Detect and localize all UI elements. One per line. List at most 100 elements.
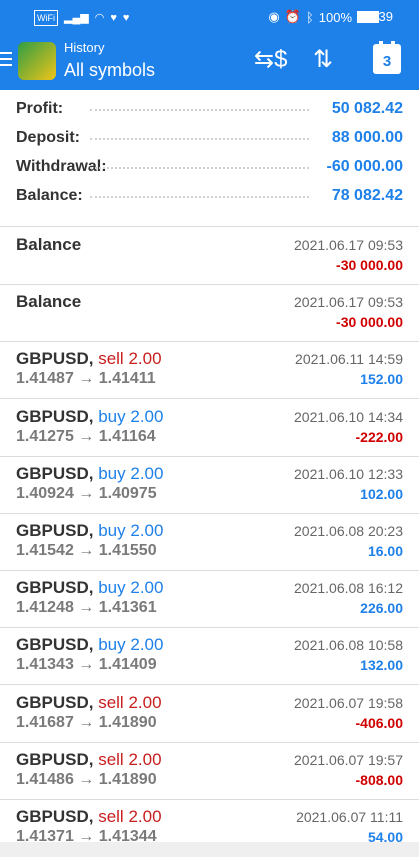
- close-price: 1.41890: [98, 770, 157, 788]
- symbol-name: GBPUSD,: [16, 349, 94, 369]
- dotted-leader: [90, 138, 309, 140]
- profit-amount: 16.00: [367, 543, 403, 559]
- timestamp: 2021.06.07 19:57: [294, 751, 403, 768]
- profit-amount: -30 000.00: [336, 314, 403, 331]
- history-row[interactable]: GBPUSD, sell 2.00 1.41687 → 1.41890 2021…: [0, 685, 419, 742]
- trade-volume: 2.00: [130, 635, 164, 655]
- history-row[interactable]: GBPUSD, buy 2.00 1.41343 → 1.41409 2021.…: [0, 627, 419, 684]
- timestamp: 2021.06.08 16:12: [294, 580, 403, 597]
- symbol-name: GBPUSD,: [16, 463, 94, 483]
- history-row[interactable]: Balance 2021.06.17 09:53 -30 000.00: [0, 227, 419, 284]
- profit-amount: 132.00: [360, 657, 403, 674]
- timestamp: 2021.06.11 14:59: [295, 351, 403, 368]
- status-bar: WiFi ▂▄▆ ◠ ♥ ♥ ◉ ⏰ ᛒ 100% 06:39: [0, 0, 419, 34]
- trade-volume: 2.00: [128, 349, 162, 369]
- symbol-name: GBPUSD,: [16, 578, 94, 598]
- trade-side: sell: [98, 349, 124, 369]
- symbol-name: Balance: [16, 292, 82, 312]
- history-row[interactable]: GBPUSD, buy 2.00 1.41542 → 1.41550 2021.…: [0, 513, 419, 570]
- close-price: 1.41361: [98, 599, 157, 617]
- row-title: GBPUSD, sell 2.00: [16, 693, 162, 713]
- trade-side: buy: [98, 406, 126, 426]
- close-price: 1.41890: [98, 713, 157, 731]
- arrow-right-icon: →: [78, 484, 95, 502]
- summary-panel: Profit: 50 082.42 Deposit: 88 000.00 Withd…: [0, 96, 419, 212]
- arrow-right-icon: →: [78, 656, 95, 674]
- sort-icon[interactable]: ⇅: [313, 46, 333, 74]
- close-price: 1.41411: [98, 370, 156, 388]
- row-title: GBPUSD, sell 2.00: [16, 807, 162, 827]
- row-title: GBPUSD, sell 2.00: [16, 750, 162, 770]
- timestamp: 2021.06.10 12:33: [294, 465, 403, 482]
- symbol-name: GBPUSD,: [16, 807, 94, 826]
- dotted-leader: [90, 196, 309, 198]
- trade-side: sell: [98, 749, 124, 769]
- open-price: 1.40924: [16, 484, 74, 502]
- history-row[interactable]: GBPUSD, sell 2.00 1.41487 → 1.41411 2021…: [0, 341, 419, 398]
- bluetooth-icon: ᛒ: [305, 9, 314, 25]
- row-title: GBPUSD, buy 2.00: [16, 578, 163, 598]
- trade-volume: 2.00: [130, 521, 164, 540]
- row-title: Balance: [16, 235, 81, 255]
- timestamp: 2021.06.17 09:53: [294, 237, 403, 253]
- symbol-filter[interactable]: All symbols: [64, 60, 155, 81]
- profit-amount: 152.00: [360, 371, 403, 388]
- trade-side: sell: [98, 692, 124, 712]
- alarm-icon: ⏰: [284, 9, 301, 24]
- dotted-leader: [90, 109, 309, 111]
- history-row[interactable]: GBPUSD, buy 2.00 1.41275 → 1.41164 2021.…: [0, 399, 419, 456]
- arrow-right-icon: →: [78, 713, 95, 731]
- row-title: GBPUSD, buy 2.00: [16, 521, 163, 541]
- row-title: Balance: [16, 292, 81, 312]
- summary-row: Profit: 50 082.42: [0, 96, 419, 125]
- trade-side: buy: [98, 463, 126, 483]
- timestamp: 2021.06.07 19:58: [294, 694, 403, 711]
- symbol-name: GBPUSD,: [16, 521, 94, 540]
- trade-volume: 2.00: [130, 406, 164, 426]
- health-icon: ♥: [122, 12, 130, 24]
- close-price: 1.41409: [98, 656, 157, 674]
- dotted-leader: [90, 167, 309, 169]
- row-title: GBPUSD, buy 2.00: [16, 464, 163, 484]
- timestamp: 2021.06.07 11:11: [296, 809, 403, 825]
- price-range: 1.41687 → 1.41890: [16, 714, 157, 732]
- close-price: 1.41164: [98, 427, 156, 445]
- symbol-name: Balance: [16, 235, 82, 254]
- calendar-icon[interactable]: 3: [373, 41, 401, 74]
- symbol-name: GBPUSD,: [16, 749, 94, 769]
- row-title: GBPUSD, buy 2.00: [16, 407, 163, 427]
- history-row[interactable]: GBPUSD, buy 2.00 1.40924 → 1.40975 2021.…: [0, 456, 419, 513]
- nav-bar: [0, 842, 419, 857]
- symbol-name: GBPUSD,: [16, 692, 94, 712]
- price-range: 1.41248 → 1.41361: [16, 599, 157, 617]
- trade-side: sell: [98, 807, 124, 826]
- timestamp: 2021.06.10 14:34: [294, 408, 403, 425]
- timestamp: 2021.06.08 20:23: [294, 523, 403, 539]
- history-row[interactable]: GBPUSD, sell 2.00 1.41486 → 1.41890 2021…: [0, 742, 419, 799]
- row-title: GBPUSD, buy 2.00: [16, 635, 163, 655]
- summary-label: Profit:: [16, 100, 64, 117]
- row-title: GBPUSD, sell 2.00: [16, 349, 162, 369]
- history-row[interactable]: Balance 2021.06.17 09:53 -30 000.00: [0, 284, 419, 341]
- summary-label: Balance:: [16, 187, 83, 204]
- symbol-name: GBPUSD,: [16, 635, 94, 655]
- open-price: 1.41486: [16, 770, 74, 788]
- open-price: 1.41487: [16, 370, 74, 388]
- price-range: 1.41343 → 1.41409: [16, 656, 157, 674]
- trade-side: buy: [98, 521, 126, 540]
- heart-icon: ♥: [110, 12, 117, 24]
- open-price: 1.41275: [16, 427, 74, 445]
- price-range: 1.40924 → 1.40975: [16, 485, 157, 503]
- history-row[interactable]: GBPUSD, buy 2.00 1.41248 → 1.41361 2021.…: [0, 570, 419, 627]
- summary-row: Balance: 78 082.42: [0, 183, 419, 212]
- currency-exchange-icon[interactable]: ⇆$: [254, 46, 287, 74]
- menu-icon[interactable]: [0, 52, 12, 68]
- summary-value: -60 000.00: [326, 158, 403, 175]
- close-price: 1.41550: [98, 542, 157, 559]
- open-price: 1.41542: [16, 542, 74, 559]
- trade-volume: 2.00: [130, 463, 164, 483]
- summary-row: Deposit: 88 000.00: [0, 125, 419, 154]
- arrow-right-icon: →: [78, 542, 95, 559]
- wifi-icon: ◠: [94, 12, 105, 24]
- trade-side: buy: [98, 635, 126, 655]
